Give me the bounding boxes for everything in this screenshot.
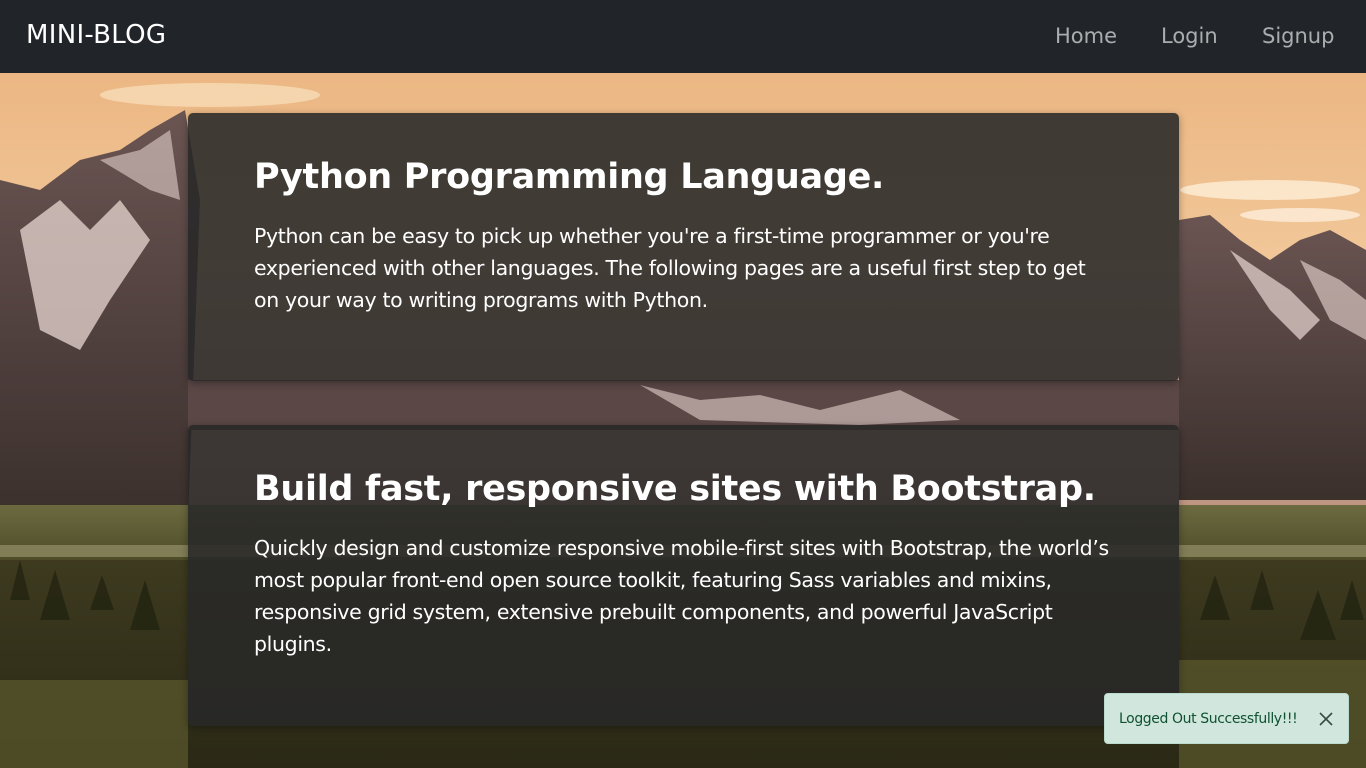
close-icon[interactable] [1317,710,1335,728]
nav-signup-link[interactable]: Signup [1262,24,1334,48]
post-title: Python Programming Language. [254,157,885,197]
nav-login-link[interactable]: Login [1161,24,1218,48]
post-card: Build fast, responsive sites with Bootst… [188,425,1179,726]
top-navbar: MINI-BLOG Home Login Signup [0,0,1366,73]
brand-logo-link[interactable]: MINI-BLOG [26,20,166,50]
post-body: Python can be easy to pick up whether yo… [254,224,1086,312]
post-body: Quickly design and customize responsive … [254,536,1109,656]
toast-message: Logged Out Successfully!!! [1119,711,1298,727]
post-title: Build fast, responsive sites with Bootst… [254,469,1096,509]
post-card: Python Programming Language. Python can … [188,113,1179,381]
logout-toast-alert: Logged Out Successfully!!! [1104,693,1349,744]
nav-home-link[interactable]: Home [1055,24,1117,48]
